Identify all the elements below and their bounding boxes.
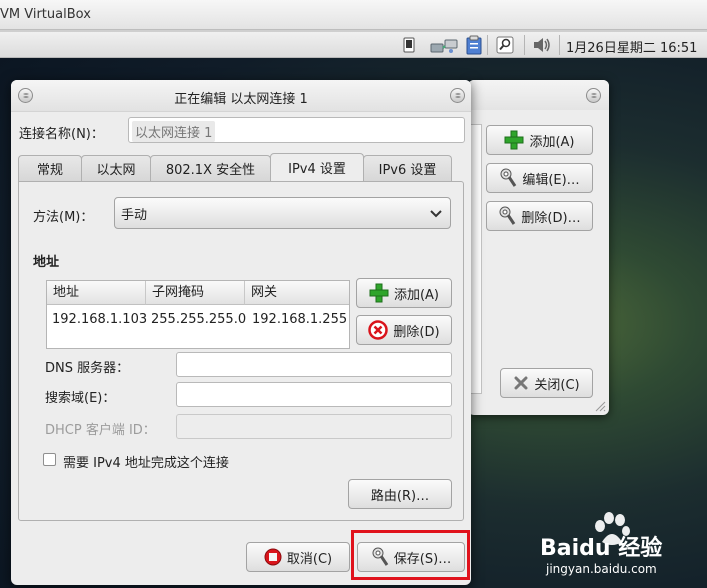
panel-separator — [524, 35, 525, 55]
bg-edit-label: 编辑(E)… — [522, 172, 580, 188]
connection-name-value: 以太网连接 1 — [132, 121, 216, 142]
wrench-icon — [500, 168, 517, 187]
panel-clock[interactable]: 1月26日星期二 16:51 — [566, 37, 697, 56]
bg-add-button[interactable]: 添加(A) — [486, 125, 593, 155]
watermark-url: jingyan.baidu.com — [546, 562, 657, 576]
method-label: 方法(M)： — [33, 210, 94, 225]
edit-connection-titlebar: 正在编辑 以太网连接 1 — [11, 80, 471, 112]
window-close-icon[interactable] — [450, 88, 465, 103]
connection-name-label: 连接名称(N)： — [19, 127, 104, 142]
add-address-label: 添加(A) — [393, 287, 440, 303]
tab-ipv4-settings[interactable]: IPv4 设置 — [270, 153, 364, 181]
plus-icon — [504, 130, 524, 150]
bg-edit-button[interactable]: 编辑(E)… — [486, 163, 593, 193]
screen-icon[interactable] — [398, 35, 420, 55]
column-header-netmask[interactable]: 子网掩码 — [146, 281, 245, 305]
watermark-brand: Baidu 经验 — [540, 536, 663, 561]
table-cell-address[interactable]: 192.168.1.103 — [52, 312, 147, 327]
cancel-button[interactable]: 取消(C) — [246, 542, 350, 572]
delete-address-label: 删除(D) — [393, 324, 440, 340]
add-address-button[interactable]: 添加(A) — [356, 278, 452, 308]
save-highlight-box — [351, 530, 470, 580]
dns-servers-input[interactable] — [176, 352, 452, 377]
bg-add-label: 添加(A) — [529, 134, 575, 150]
address-table[interactable]: 地址 子网掩码 网关 192.168.1.103 255.255.255.0 1… — [46, 280, 350, 349]
tab-general[interactable]: 常规 — [18, 155, 82, 181]
network-connections-titlebar — [468, 80, 609, 110]
table-cell-gateway[interactable]: 192.168.1.255 — [252, 312, 347, 327]
routes-label: 路由(R)… — [370, 488, 430, 504]
panel-separator — [559, 35, 560, 55]
dhcp-client-id-label: DHCP 客户端 ID： — [45, 423, 156, 438]
require-ipv4-checkbox[interactable] — [43, 453, 56, 466]
column-header-address[interactable]: 地址 — [47, 281, 146, 305]
require-ipv4-label: 需要 IPv4 地址完成这个连接 — [63, 456, 229, 471]
host-window-titlebar: VM VirtualBox — [0, 0, 707, 30]
routes-button[interactable]: 路由(R)… — [348, 479, 452, 509]
network-connections-dialog: 添加(A) 编辑(E)… 删除(D)… 关闭(C) — [468, 80, 609, 415]
method-select[interactable]: 手动 — [114, 197, 451, 229]
search-icon[interactable] — [493, 35, 517, 55]
top-panel: 1月26日星期二 16:51 — [0, 32, 707, 58]
connection-name-input[interactable]: 以太网连接 1 — [128, 117, 465, 143]
panel-separator — [487, 35, 488, 55]
plus-icon — [369, 283, 389, 303]
method-value: 手动 — [121, 207, 148, 223]
delete-address-button[interactable]: 删除(D) — [356, 315, 452, 345]
bg-close-label: 关闭(C) — [534, 377, 580, 393]
baidu-jingyan-watermark: Baidu 经验 jingyan.baidu.com — [540, 508, 700, 583]
bg-delete-label: 删除(D)… — [521, 210, 581, 226]
tab-ipv6-settings[interactable]: IPv6 设置 — [363, 155, 452, 181]
bg-delete-button[interactable]: 删除(D)… — [486, 201, 593, 231]
column-header-gateway[interactable]: 网关 — [245, 281, 349, 305]
bg-close-button[interactable]: 关闭(C) — [500, 368, 593, 398]
clipboard-icon[interactable] — [462, 35, 486, 55]
stop-icon — [264, 548, 282, 566]
search-domains-label: 搜索域(E)： — [45, 391, 116, 406]
volume-icon[interactable] — [530, 35, 554, 55]
search-domains-input[interactable] — [176, 382, 452, 407]
delete-icon — [368, 320, 389, 340]
close-icon — [514, 376, 528, 390]
network-icon[interactable] — [428, 35, 460, 55]
resize-grip-icon[interactable] — [594, 400, 606, 412]
dhcp-client-id-input — [176, 414, 452, 439]
edit-connection-dialog: 正在编辑 以太网连接 1 连接名称(N)： 以太网连接 1 常规 以太网 802… — [11, 80, 471, 585]
tab-8021x-security[interactable]: 802.1X 安全性 — [150, 155, 271, 181]
host-window-title: VM VirtualBox — [0, 7, 91, 22]
table-cell-netmask[interactable]: 255.255.255.0 — [151, 312, 246, 327]
wrench-icon — [499, 206, 516, 225]
tab-ethernet[interactable]: 以太网 — [81, 155, 151, 181]
cancel-label: 取消(C) — [286, 551, 333, 567]
window-menu-icon[interactable] — [586, 88, 601, 103]
dns-servers-label: DNS 服务器： — [45, 361, 130, 376]
dialog-title: 正在编辑 以太网连接 1 — [174, 92, 308, 107]
address-section-title: 地址 — [33, 255, 60, 270]
chevron-down-icon — [430, 210, 442, 218]
